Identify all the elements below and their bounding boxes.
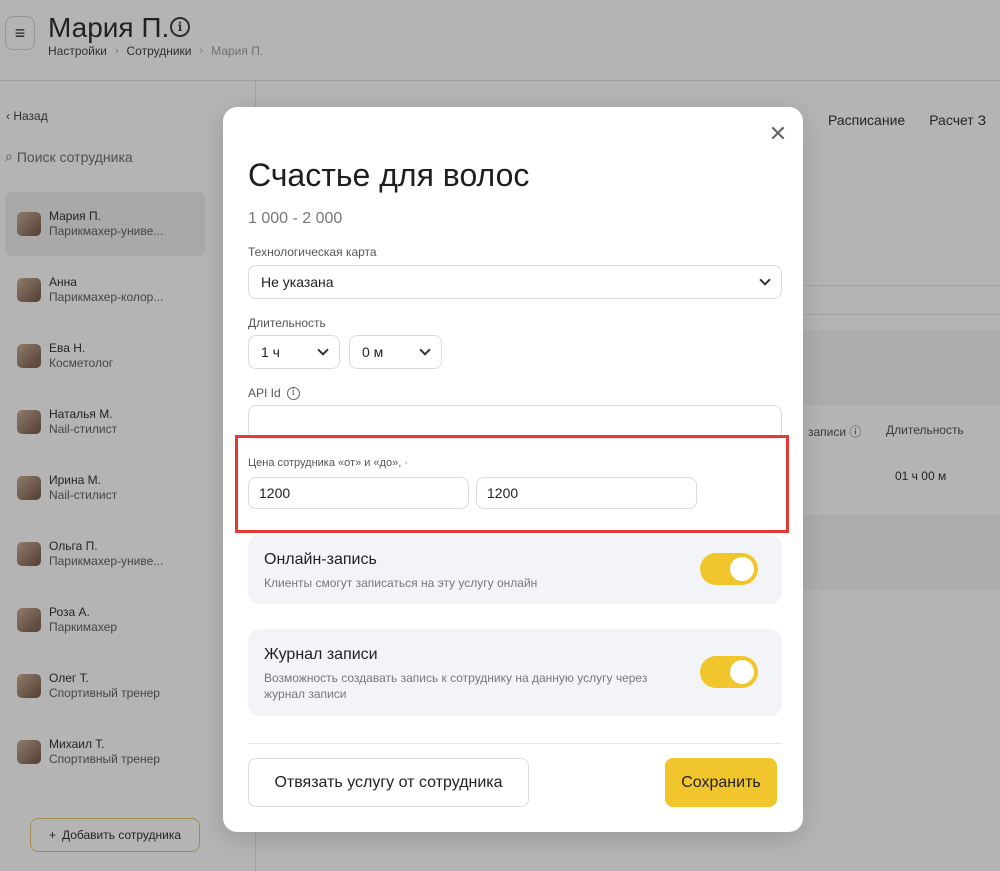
service-modal: ✕ Счастье для волос 1 000 - 2 000 Технол… <box>223 107 803 832</box>
online-booking-desc: Клиенты смогут записаться на эту услугу … <box>264 576 538 590</box>
api-id-label-text: API Id <box>248 386 281 400</box>
price-range: 1 000 - 2 000 <box>248 210 343 227</box>
online-booking-toggle[interactable] <box>700 553 758 585</box>
api-id-input[interactable] <box>248 405 782 439</box>
toggle-knob <box>730 557 754 581</box>
close-icon[interactable]: ✕ <box>765 121 791 147</box>
online-booking-card: Онлайн-запись Клиенты смогут записаться … <box>248 535 782 604</box>
toggle-knob <box>730 660 754 684</box>
duration-label: Длительность <box>248 316 326 330</box>
price-from-input[interactable]: 1200 <box>248 477 469 509</box>
unlink-service-button[interactable]: Отвязать услугу от сотрудника <box>248 758 529 807</box>
duration-minutes-value: 0 м <box>362 344 384 360</box>
chevron-down-icon <box>759 274 771 286</box>
journal-desc: Возможность создавать запись к сотрудник… <box>264 671 648 701</box>
journal-title: Журнал записи <box>264 646 378 663</box>
api-id-label: API Id i <box>248 386 300 400</box>
tech-card-value: Не указана <box>261 274 334 290</box>
tech-card-select[interactable]: Не указана <box>248 265 782 299</box>
chevron-down-icon <box>317 344 329 356</box>
journal-card: Журнал записи Возможность создавать запи… <box>248 629 782 716</box>
duration-hours-value: 1 ч <box>261 344 280 360</box>
price-label: Цена сотрудника «от» и «до», · <box>248 457 408 469</box>
duration-hours-select[interactable]: 1 ч <box>248 335 340 369</box>
info-icon[interactable]: i <box>286 386 300 400</box>
tech-card-label: Технологическая карта <box>248 245 377 259</box>
modal-title: Счастье для волос <box>248 157 530 193</box>
save-button[interactable]: Сохранить <box>665 758 777 807</box>
online-booking-title: Онлайн-запись <box>264 551 377 568</box>
chevron-down-icon <box>419 344 431 356</box>
duration-minutes-select[interactable]: 0 м <box>349 335 442 369</box>
footer-divider <box>248 743 782 744</box>
journal-toggle[interactable] <box>700 656 758 688</box>
price-to-input[interactable]: 1200 <box>476 477 697 509</box>
